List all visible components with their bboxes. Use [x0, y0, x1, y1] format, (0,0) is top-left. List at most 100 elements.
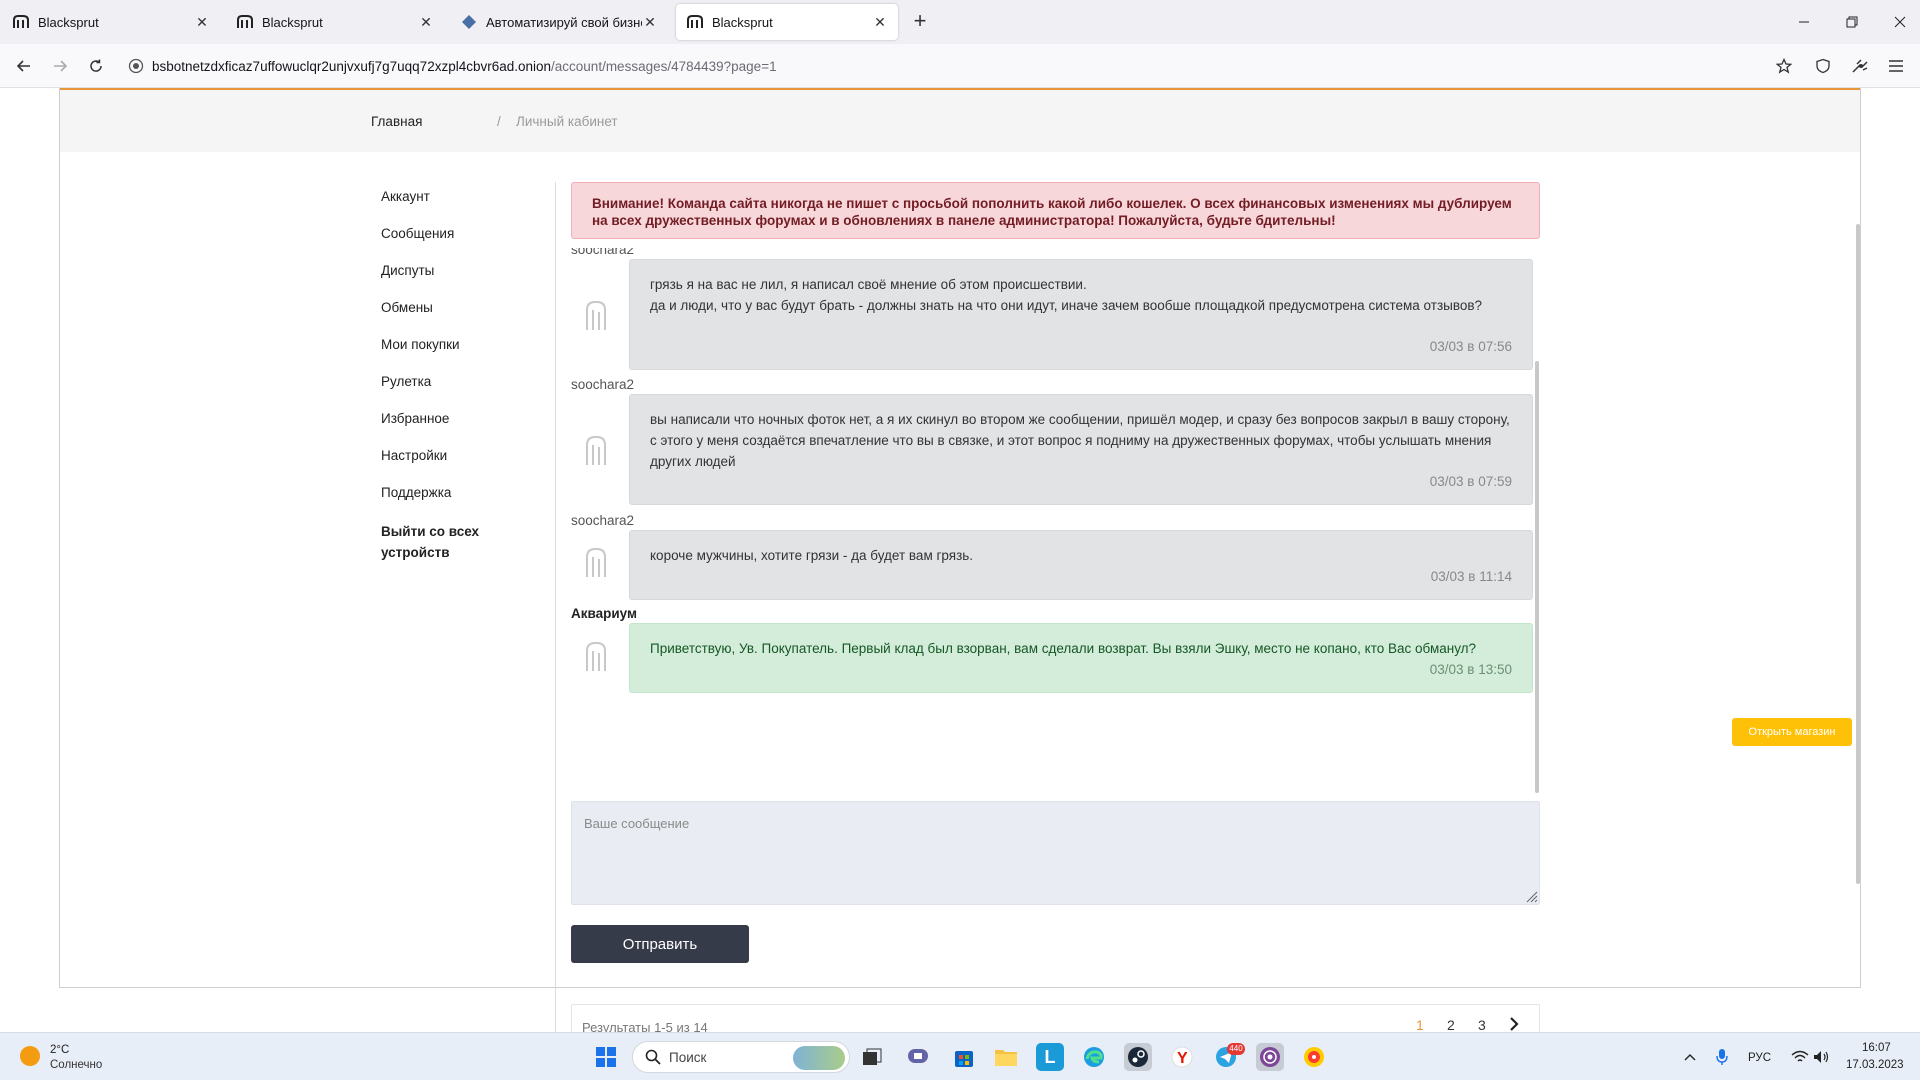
close-tab-icon[interactable]: ✕ — [872, 14, 888, 31]
message-bubble-reply: Приветствую, Ув. Покупатель. Первый клад… — [629, 623, 1533, 693]
browser-tab[interactable]: Автоматизируй свой бизнес с ✕ — [450, 4, 668, 40]
music-player-icon[interactable] — [1300, 1043, 1328, 1071]
input-language[interactable]: РУС — [1748, 1052, 1771, 1064]
volume-icon[interactable] — [1808, 1043, 1836, 1071]
page-scrollbar[interactable] — [1856, 224, 1860, 884]
sidebar-item-logout-all[interactable]: Выйти со всех устройств — [381, 521, 491, 563]
search-icon — [645, 1049, 661, 1070]
l-app-icon[interactable]: L — [1036, 1043, 1064, 1071]
browser-nav-bar: bsbotnetzdxficaz7uffowuclqr2unjvxufj7g7u… — [0, 44, 1920, 88]
browser-tab-strip: Blacksprut ✕ Blacksprut ✕ Автоматизируй … — [0, 0, 1920, 44]
browser-tab-active[interactable]: Blacksprut ✕ — [676, 4, 898, 40]
sidebar-item-exchanges[interactable]: Обмены — [381, 299, 541, 336]
message-timestamp: 03/03 в 13:50 — [1429, 662, 1512, 677]
send-message-button[interactable]: Отправить — [571, 925, 749, 963]
shield-icon[interactable] — [1811, 54, 1835, 78]
restore-window-icon[interactable] — [1838, 8, 1866, 36]
address-bar[interactable]: bsbotnetzdxficaz7uffowuclqr2unjvxufj7g7u… — [120, 50, 1796, 82]
edge-browser-icon[interactable] — [1080, 1043, 1108, 1071]
windows-start-icon[interactable] — [592, 1043, 620, 1071]
message-text: да и люди, что у вас будут брать - должн… — [650, 298, 1483, 313]
sidebar-item-disputes[interactable]: Диспуты — [381, 262, 541, 299]
message-author: soochara2 — [571, 513, 635, 528]
new-tab-plus-icon[interactable]: + — [908, 10, 932, 34]
sidebar-item-favorites[interactable]: Избранное — [381, 410, 541, 447]
diamond-logo-icon — [460, 13, 478, 31]
message-bubble: вы написали что ночных фоток нет, а я их… — [629, 394, 1533, 505]
close-tab-icon[interactable]: ✕ — [194, 14, 210, 31]
sidebar-item-roulette[interactable]: Рулетка — [381, 373, 541, 410]
close-window-icon[interactable] — [1886, 8, 1914, 36]
avatar-logo-icon — [585, 435, 607, 467]
weather-temperature: 2°C — [50, 1044, 70, 1056]
forward-arrow-icon[interactable] — [48, 54, 72, 78]
close-tab-icon[interactable]: ✕ — [418, 14, 434, 31]
message-bubble: грязь я на вас не лил, я написал своё мн… — [629, 259, 1533, 370]
tor-browser-icon[interactable] — [1256, 1043, 1284, 1071]
onion-site-icon — [128, 58, 144, 74]
avatar-logo-icon — [585, 300, 607, 332]
microphone-icon[interactable] — [1708, 1043, 1736, 1071]
microsoft-store-icon[interactable] — [950, 1043, 978, 1071]
message-text: Приветствую, Ув. Покупатель. Первый клад… — [650, 641, 1477, 656]
task-view-icon[interactable] — [858, 1043, 886, 1071]
browser-tab[interactable]: Blacksprut ✕ — [226, 4, 444, 40]
tray-chevron-up-icon[interactable] — [1676, 1043, 1704, 1071]
thread-scrollbar[interactable] — [1535, 361, 1539, 793]
sidebar-item-messages[interactable]: Сообщения — [381, 225, 541, 262]
steam-icon[interactable] — [1124, 1043, 1152, 1071]
yandex-browser-icon[interactable]: Y — [1168, 1043, 1196, 1071]
chat-meet-icon[interactable] — [904, 1043, 932, 1071]
sidebar-item-account[interactable]: Аккаунт — [381, 188, 541, 225]
sidebar-item-support[interactable]: Поддержка — [381, 484, 541, 521]
windows-taskbar: 2°C Солнечно Поиск L Y 440 РУС 16:07 17.… — [0, 1032, 1920, 1080]
resize-grip-icon[interactable] — [1524, 889, 1538, 903]
message-timestamp: 03/03 в 07:56 — [1429, 339, 1512, 354]
page-link-3[interactable]: 3 — [1478, 1017, 1486, 1033]
message-author: Аквариум — [571, 606, 637, 621]
message-bubble: короче мужчины, хотите грязи - да будет … — [629, 530, 1533, 600]
avatar-logo-icon — [585, 641, 607, 673]
avatar-logo-icon — [585, 547, 607, 579]
breadcrumb-separator: / — [497, 114, 501, 129]
back-arrow-icon[interactable] — [12, 54, 36, 78]
browser-tab[interactable]: Blacksprut ✕ — [2, 4, 220, 40]
message-timestamp: 03/03 в 11:14 — [1430, 569, 1512, 584]
message-text: вы написали что ночных фоток нет, а я их… — [650, 412, 1510, 469]
breadcrumb: Главная / Личный кабинет — [60, 90, 1860, 152]
page-link-1[interactable]: 1 — [1416, 1017, 1424, 1033]
blacksprut-logo-icon — [236, 13, 254, 31]
open-shop-button[interactable]: Открыть магазин — [1732, 718, 1852, 746]
minimize-window-icon[interactable] — [1790, 8, 1818, 36]
search-highlight-image — [793, 1046, 845, 1070]
weather-description: Солнечно — [50, 1059, 103, 1071]
message-input[interactable] — [571, 801, 1540, 905]
clock-time[interactable]: 16:07 — [1862, 1042, 1891, 1054]
sidebar-item-my-purchases[interactable]: Мои покупки — [381, 336, 541, 373]
message-text: короче мужчины, хотите грязи - да будет … — [650, 548, 974, 563]
account-sidebar-menu: Аккаунт Сообщения Диспуты Обмены Мои пок… — [381, 188, 541, 563]
file-explorer-icon[interactable] — [992, 1043, 1020, 1071]
blacksprut-logo-icon — [12, 13, 30, 31]
sun-weather-icon[interactable] — [20, 1046, 40, 1066]
menu-hamburger-icon[interactable] — [1884, 54, 1908, 78]
page-link-2[interactable]: 2 — [1447, 1017, 1455, 1033]
tor-circuit-icon[interactable] — [1848, 54, 1872, 78]
reload-icon[interactable] — [84, 54, 108, 78]
url-host: bsbotnetzdxficaz7uffowuclqr2unjvxufj7g7u… — [152, 58, 552, 74]
sidebar-divider — [555, 182, 556, 1047]
message-thread: soochara2 грязь я на вас не лил, я напис… — [571, 248, 1541, 793]
bookmark-star-icon[interactable] — [1772, 54, 1796, 78]
breadcrumb-home-link[interactable]: Главная — [371, 114, 422, 129]
telegram-unread-badge: 440 — [1227, 1043, 1245, 1055]
close-tab-icon[interactable]: ✕ — [642, 14, 658, 31]
message-text: грязь я на вас не лил, я написал своё мн… — [650, 277, 1087, 292]
taskbar-search[interactable]: Поиск — [632, 1041, 850, 1073]
url-path: /account/messages/4784439?page=1 — [551, 58, 777, 74]
clock-date[interactable]: 17.03.2023 — [1846, 1059, 1904, 1071]
sidebar-item-settings[interactable]: Настройки — [381, 447, 541, 484]
blacksprut-logo-icon — [686, 13, 704, 31]
breadcrumb-current: Личный кабинет — [516, 114, 618, 129]
page-content: Главная / Личный кабинет Аккаунт Сообщен… — [0, 88, 1920, 1047]
message-author: soochara2 — [571, 248, 635, 257]
